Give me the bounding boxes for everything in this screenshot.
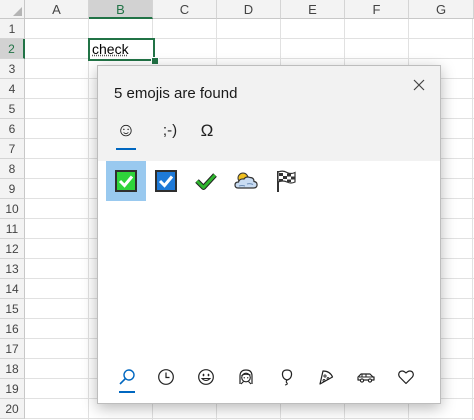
row-header-10[interactable]: 10: [0, 199, 25, 219]
tab-kaomoji[interactable]: ;-): [153, 120, 187, 150]
emoji-category-nav: [98, 357, 440, 403]
nav-travel[interactable]: [348, 357, 384, 397]
row-header-14[interactable]: 14: [0, 279, 25, 299]
nav-smileys[interactable]: [188, 357, 224, 397]
nav-symbols-hearts[interactable]: [388, 357, 424, 397]
results-count-title: 5 emojis are found: [114, 85, 238, 102]
row-header-4[interactable]: 4: [0, 79, 25, 99]
search-icon: [119, 369, 135, 385]
row-header-12[interactable]: 12: [0, 239, 25, 259]
row-header-2[interactable]: 2: [0, 39, 25, 59]
row-header-16[interactable]: 16: [0, 319, 25, 339]
tab-kaomoji-label: ;-): [162, 122, 178, 139]
recent-clock-icon: [158, 369, 174, 385]
pizza-icon: [319, 370, 334, 385]
check-box-green-emoji: [115, 170, 137, 192]
column-header-f[interactable]: F: [345, 0, 409, 19]
nav-food[interactable]: [308, 357, 344, 397]
emoji-cloud-sun[interactable]: [226, 161, 266, 201]
active-cell-b2[interactable]: check: [88, 38, 155, 61]
emoji-check-box-blue[interactable]: [146, 161, 186, 201]
row-header-8[interactable]: 8: [0, 159, 25, 179]
tab-emoji-label: ☺: [116, 120, 136, 141]
row-header-13[interactable]: 13: [0, 259, 25, 279]
nav-recent[interactable]: [148, 357, 184, 397]
row-header-9[interactable]: 9: [0, 179, 25, 199]
row-header-3[interactable]: 3: [0, 59, 25, 79]
row-header-15[interactable]: 15: [0, 299, 25, 319]
close-button[interactable]: [406, 72, 432, 98]
nav-celebrations[interactable]: [268, 357, 304, 397]
column-header-b[interactable]: B: [89, 0, 153, 19]
cell-text: check: [92, 41, 129, 57]
emoji-panel: 5 emojis are found ☺ ;-) Ω: [97, 65, 441, 404]
row-header-20[interactable]: 20: [0, 399, 25, 419]
select-all-corner[interactable]: [0, 0, 25, 19]
column-header-g[interactable]: G: [409, 0, 474, 19]
row-header-18[interactable]: 18: [0, 359, 25, 379]
active-tab-indicator: [116, 148, 136, 150]
row-header-19[interactable]: 19: [0, 379, 25, 399]
column-header-e[interactable]: E: [281, 0, 345, 19]
cloud-sun-emoji: [234, 172, 258, 189]
car-icon: [357, 373, 375, 383]
tab-symbols-label: Ω: [200, 121, 214, 140]
emoji-check-box-green[interactable]: [106, 161, 146, 201]
emoji-check-mark[interactable]: [186, 161, 226, 201]
row-header-11[interactable]: 11: [0, 219, 25, 239]
column-header-c[interactable]: C: [153, 0, 217, 19]
row-header-5[interactable]: 5: [0, 99, 25, 119]
row-header-1[interactable]: 1: [0, 19, 25, 39]
balloon-icon: [281, 369, 293, 386]
check-mark-emoji: [195, 173, 217, 190]
select-all-triangle-icon: [13, 7, 22, 16]
close-icon: [413, 79, 425, 91]
row-header-7[interactable]: 7: [0, 139, 25, 159]
nav-people[interactable]: [228, 357, 264, 397]
emoji-panel-header: 5 emojis are found ☺ ;-) Ω: [98, 66, 440, 161]
tab-symbols[interactable]: Ω: [193, 120, 221, 150]
smiley-icon: [198, 369, 214, 385]
column-header-d[interactable]: D: [217, 0, 281, 19]
nav-search[interactable]: [109, 357, 145, 397]
row-header-17[interactable]: 17: [0, 339, 25, 359]
tab-emoji[interactable]: ☺: [112, 120, 140, 150]
active-nav-indicator: [119, 391, 135, 393]
column-header-a[interactable]: A: [25, 0, 89, 19]
fill-handle[interactable]: [151, 57, 159, 65]
emoji-checkered-flag[interactable]: [266, 161, 306, 201]
checkered-flag-emoji: [277, 170, 296, 192]
heart-icon: [398, 370, 414, 385]
row-header-6[interactable]: 6: [0, 119, 25, 139]
person-icon: [239, 369, 253, 385]
check-box-blue-emoji: [155, 170, 177, 192]
